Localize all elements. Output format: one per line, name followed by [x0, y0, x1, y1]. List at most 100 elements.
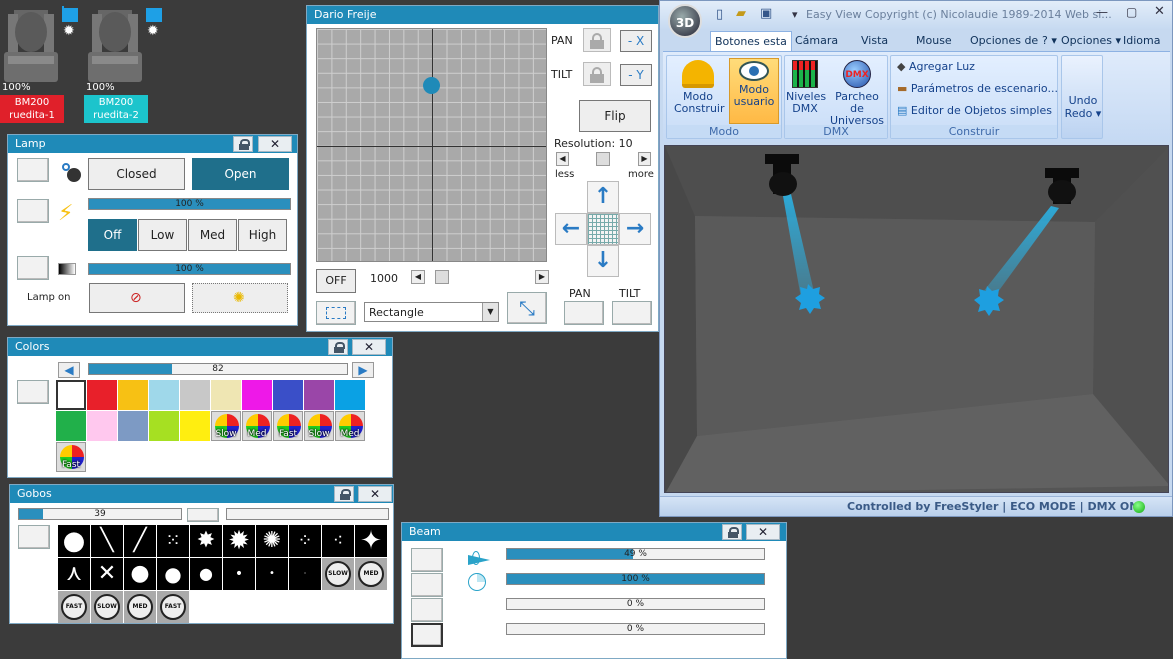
- gobo-rotation-speed-button[interactable]: MED: [355, 558, 387, 590]
- close-window-button[interactable]: ✕: [1154, 4, 1165, 19]
- maximize-button[interactable]: ▢: [1126, 5, 1137, 19]
- gobo-rotation-speed-button[interactable]: FAST: [58, 591, 90, 623]
- low-button[interactable]: Low: [138, 219, 187, 251]
- color-swatch[interactable]: [118, 411, 148, 441]
- fixture-select-icon[interactable]: [62, 8, 78, 22]
- dimmer-level-bar[interactable]: 100 %: [88, 263, 291, 275]
- gobo-rotate-button[interactable]: [187, 508, 219, 522]
- invert-x-button[interactable]: - X: [620, 30, 652, 52]
- gobo-pattern-icon[interactable]: ╱: [124, 525, 156, 557]
- speed-left-button[interactable]: ◀: [411, 270, 425, 284]
- gobo-pattern-icon[interactable]: ⁘: [289, 525, 321, 557]
- close-button[interactable]: ✕: [258, 136, 292, 152]
- gobo-pattern-icon[interactable]: ·: [289, 558, 321, 590]
- gobo-rotation-speed-button[interactable]: SLOW: [322, 558, 354, 590]
- tilt-lock-button[interactable]: [583, 62, 611, 86]
- color-next-button[interactable]: ▶: [352, 362, 374, 378]
- off-button[interactable]: Off: [88, 219, 137, 251]
- tab-opciones-de[interactable]: Opciones de: [966, 31, 1042, 51]
- lock-button[interactable]: [334, 486, 354, 502]
- beam-level-bar[interactable]: 49 %: [506, 548, 765, 560]
- tab-camara[interactable]: Cámara: [791, 31, 842, 51]
- selection-button[interactable]: [316, 301, 356, 325]
- chevron-down-icon[interactable]: ▼: [482, 303, 498, 321]
- color-swatch[interactable]: [149, 411, 179, 441]
- options-menu[interactable]: Opciones ▾: [1057, 31, 1125, 51]
- modo-usuario-button[interactable]: Modo usuario: [729, 58, 779, 124]
- invert-y-button[interactable]: - Y: [620, 64, 652, 86]
- focus-toggle-button[interactable]: [411, 573, 443, 597]
- gobo-rotation-speed-button[interactable]: FAST: [157, 591, 189, 623]
- shape-off-button[interactable]: OFF: [316, 269, 356, 293]
- beam-level-bar[interactable]: 0 %: [506, 623, 765, 635]
- color-swatch[interactable]: [335, 380, 365, 410]
- tab-vista[interactable]: Vista: [857, 31, 892, 51]
- app-logo-3d-icon[interactable]: 3D: [668, 4, 702, 38]
- niveles-dmx-button[interactable]: Niveles DMX: [785, 58, 826, 115]
- editor-objetos-button[interactable]: ▤ Editor de Objetos simples: [897, 101, 1052, 121]
- color-swatch[interactable]: [273, 380, 303, 410]
- gobo-pattern-icon[interactable]: ●: [58, 525, 90, 557]
- close-button[interactable]: ✕: [746, 524, 780, 540]
- dimmer-toggle-button[interactable]: [17, 256, 49, 280]
- move-up-button[interactable]: ↑: [587, 181, 619, 213]
- move-right-button[interactable]: →: [619, 213, 651, 245]
- pan-lock-button[interactable]: [583, 28, 611, 52]
- shape-select[interactable]: Rectangle ▼: [364, 302, 499, 322]
- gobo-pattern-icon[interactable]: ╲: [91, 525, 123, 557]
- position-handle[interactable]: [423, 77, 440, 94]
- gobo-pattern-icon[interactable]: ●: [190, 558, 222, 590]
- resolution-less-button[interactable]: ◀: [556, 152, 569, 166]
- gobo-pattern-icon[interactable]: ✦: [355, 525, 387, 557]
- strobe-level-bar[interactable]: 100 %: [88, 198, 291, 210]
- gobo-pattern-icon[interactable]: ✺: [256, 525, 288, 557]
- color-swatch[interactable]: [304, 380, 334, 410]
- pan-tilt-grid[interactable]: [316, 28, 547, 262]
- prism-toggle-button[interactable]: [411, 623, 443, 647]
- iris-toggle-button[interactable]: [411, 598, 443, 622]
- color-swatch[interactable]: [118, 380, 148, 410]
- language-menu[interactable]: Idioma ▾: [1119, 31, 1172, 67]
- move-left-button[interactable]: ←: [555, 213, 587, 245]
- move-down-button[interactable]: ↓: [587, 245, 619, 277]
- resolution-slider[interactable]: ◀ ▶: [556, 152, 651, 166]
- color-wheel-speed-button[interactable]: Fast: [56, 442, 86, 472]
- color-swatch[interactable]: [56, 380, 86, 410]
- tilt-fine-button[interactable]: [612, 301, 652, 325]
- parametros-escenario-button[interactable]: ▬ Parámetros de escenario...: [897, 79, 1058, 99]
- speed-right-button[interactable]: ▶: [535, 270, 549, 284]
- gobo-pattern-icon[interactable]: ✸: [190, 525, 222, 557]
- open-folder-icon[interactable]: ▰: [736, 6, 746, 21]
- minimize-button[interactable]: —: [1096, 5, 1108, 19]
- color-toggle-button[interactable]: [17, 380, 49, 404]
- closed-button[interactable]: Closed: [88, 158, 185, 190]
- color-swatch[interactable]: [242, 380, 272, 410]
- gobo-pattern-icon[interactable]: ⁖: [322, 525, 354, 557]
- color-swatch[interactable]: [87, 380, 117, 410]
- beam-level-bar[interactable]: 100 %: [506, 573, 765, 585]
- close-button[interactable]: ✕: [358, 486, 392, 502]
- color-swatch[interactable]: [149, 380, 179, 410]
- tab-botones[interactable]: Botones esta: [710, 31, 792, 51]
- quick-access-chevron-icon[interactable]: ▾: [792, 8, 798, 21]
- shape-direction-button[interactable]: ⤡: [507, 292, 547, 324]
- color-swatch[interactable]: [180, 411, 210, 441]
- high-button[interactable]: High: [238, 219, 287, 251]
- fixture-select-icon[interactable]: [146, 8, 162, 22]
- color-swatch[interactable]: [211, 380, 241, 410]
- gobo-pattern-icon[interactable]: ✹: [223, 525, 255, 557]
- gobo-pattern-icon[interactable]: ⋏: [58, 558, 90, 590]
- gobo-pattern-icon[interactable]: ⁙: [157, 525, 189, 557]
- resolution-more-button[interactable]: ▶: [638, 152, 651, 166]
- gobo-slider-bar[interactable]: 39: [18, 508, 182, 520]
- save-icon[interactable]: ▣: [760, 6, 772, 21]
- color-swatch[interactable]: [56, 411, 86, 441]
- color-slider-bar[interactable]: 82: [88, 363, 348, 375]
- 3d-viewport[interactable]: [664, 145, 1169, 493]
- zoom-toggle-button[interactable]: [411, 548, 443, 572]
- center-button[interactable]: [587, 213, 619, 245]
- lamp-off-button[interactable]: ⊘: [89, 283, 185, 313]
- gobo-pattern-icon[interactable]: ●: [157, 558, 189, 590]
- color-wheel-speed-button[interactable]: Slow: [304, 411, 334, 441]
- strobe-toggle-button[interactable]: [17, 199, 49, 223]
